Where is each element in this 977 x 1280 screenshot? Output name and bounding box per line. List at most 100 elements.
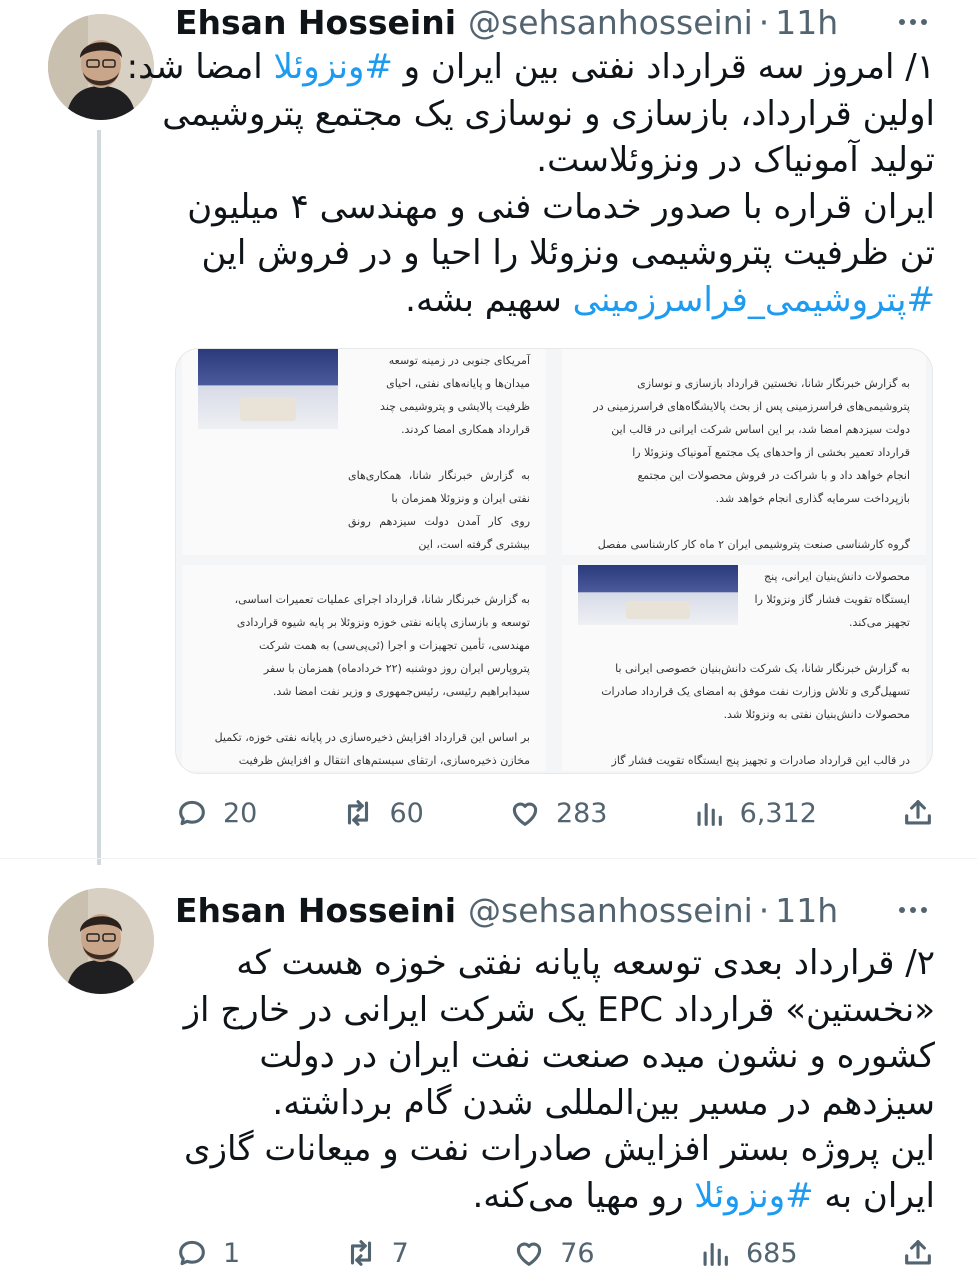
- like-count: 76: [560, 1237, 595, 1269]
- hashtag-link[interactable]: #پتروشیمی_فراسرزمینی: [573, 280, 935, 320]
- tweet-text-line: #پتروشیمی_فراسرزمینی سهیم بشه.: [175, 277, 935, 324]
- retweet-icon: [350, 1240, 371, 1266]
- retweet-button[interactable]: 7: [344, 1236, 409, 1270]
- media-panel-bottom-left: به گزارش خبرنگار شانا، قرارداد اجرای عمل…: [182, 565, 546, 771]
- media-text-line: پتروشیمی‌های فراسرزمینی پس از بحث پالایش…: [593, 400, 910, 413]
- views-icon: [703, 1242, 728, 1266]
- share-icon: [905, 1240, 931, 1265]
- like-button[interactable]: 76: [512, 1236, 595, 1270]
- media-text-line: قرارداد تعمیر بخشی از واحدهای یک مجتمع آ…: [632, 446, 910, 459]
- text-segment: ایران به: [813, 1175, 935, 1216]
- view-count: 6,312: [739, 797, 817, 829]
- tweet-actions: 20 60 283 6,312: [175, 788, 935, 838]
- media-text-line: در قالب این قرارداد صادرات و تجهیز پنج ا…: [611, 754, 910, 767]
- text-segment: ایران قراره با صدور خدمات فنی و مهندسی ۴…: [187, 186, 935, 227]
- media-text-line: [198, 703, 530, 726]
- tweet-header: Ehsan Hosseini @sehsanhosseini · 11h: [175, 0, 917, 44]
- separator-dot: ·: [758, 2, 770, 42]
- thread-line: [97, 130, 101, 865]
- views-button[interactable]: 685: [698, 1236, 798, 1270]
- reply-icon: [179, 800, 205, 826]
- tweet-text-line: تن ظرفیت پتروشیمی ونزوئلا را احیا و در ف…: [175, 230, 935, 277]
- media-text-line: میدان‌ها و پایانه‌های نفتی، احیای: [386, 377, 530, 390]
- retweet-count: 60: [389, 797, 424, 829]
- author-handle[interactable]: @sehsanhosseini: [468, 3, 753, 42]
- media-text-line: [578, 634, 910, 657]
- media-text-line: دولت سیزدهم امضا شد، بر این اساس شرکت ای…: [611, 423, 910, 436]
- retweet-icon: [348, 800, 369, 826]
- media-text-line: به گزارش خبرنگار شانا، نخستین قرارداد با…: [637, 377, 910, 390]
- text-segment: امضا شد:: [126, 47, 274, 87]
- heart-icon: [512, 802, 538, 826]
- hashtag-link[interactable]: #ونزوئلا: [694, 1176, 813, 1216]
- author-handle[interactable]: @sehsanhosseini: [468, 891, 753, 930]
- text-segment: اولین قرارداد، بازسازی و نوسازی یک مجتمع…: [162, 93, 935, 134]
- avatar[interactable]: [48, 888, 154, 994]
- media-text-line: [578, 726, 910, 749]
- reply-count: 20: [223, 797, 258, 829]
- media-text-line: گروه کارشناسی صنعت پتروشیمی ایران ۲ ماه …: [597, 538, 910, 551]
- media-text-line: توسعه و بازسازی پایانه نفتی خوزه ونزوئلا…: [236, 616, 530, 629]
- view-count: 685: [746, 1237, 798, 1269]
- reply-button[interactable]: 1: [175, 1236, 240, 1270]
- media-text-line: [578, 510, 910, 533]
- separator-dot: ·: [758, 890, 770, 930]
- author-name[interactable]: Ehsan Hosseini: [175, 3, 456, 42]
- retweet-count: 7: [391, 1237, 409, 1269]
- tweet-text-line: تولید آمونیاک در ونزوئلاست.: [175, 137, 935, 184]
- text-segment: تن ظرفیت پتروشیمی ونزوئلا را احیا و در ف…: [201, 233, 935, 273]
- text-segment: سهیم بشه.: [405, 279, 573, 320]
- like-count: 283: [555, 797, 608, 829]
- tweet-text-line: ۱/ امروز سه قرارداد نفتی بین ایران و #ون…: [127, 44, 935, 91]
- media-text-line: ظرفیت پالایشی و پتروشیمی چند: [380, 400, 530, 413]
- tweet-text-line: سیزدهم در مسیر بین‌المللی شدن گام برداشت…: [175, 1080, 935, 1127]
- media-text-line: انجام خواهد داد و با شراکت در فروش محصول…: [637, 469, 910, 482]
- meeting-photo: [198, 349, 338, 429]
- retweet-button[interactable]: 60: [341, 796, 424, 830]
- share-button[interactable]: [901, 1236, 935, 1270]
- share-button[interactable]: [901, 796, 935, 830]
- tweet-media[interactable]: آمریکای جنوبی در زمینه توسعه میدان‌ها و پ…: [175, 348, 933, 774]
- media-text-line: به گزارش خبرنگار شانا، همکاری‌های نفتی ا…: [348, 469, 530, 505]
- tweet-1: Ehsan Hosseini @sehsanhosseini · 11h ۱/ …: [0, 0, 977, 865]
- text-segment: ۲/ قرارداد بعدی توسعه پایانه نفتی خوزه ه…: [236, 943, 935, 983]
- media-text-line: پتروپارس ایران روز دوشنبه (۲۲ خردادماه) …: [263, 662, 530, 675]
- share-icon: [905, 800, 931, 825]
- text-segment: کشوره و نشون میده صنعت نفت ایران در دولت: [259, 1036, 935, 1076]
- hashtag-link[interactable]: #ونزوئلا: [274, 47, 393, 87]
- media-text-line: روی کار آمدن دولت سیزدهم رونق بیشتری گرف…: [348, 515, 530, 551]
- avatar-photo: [48, 888, 154, 994]
- media-text-line: محصولات دانش‌بنیان نفتی به ونزوئلا شد.: [723, 708, 910, 721]
- tweet-text-line: اولین قرارداد، بازسازی و نوسازی یک مجتمع…: [162, 91, 935, 138]
- reply-button[interactable]: 20: [175, 796, 257, 830]
- views-button[interactable]: 6,312: [692, 796, 817, 830]
- tweet-text-line: این پروژه بستر افزایش صادرات نفت و میعان…: [175, 1126, 935, 1173]
- media-text-line: قرارداد همکاری امضا کردند.: [401, 423, 530, 436]
- tweet-text-line: ۲/ قرارداد بعدی توسعه پایانه نفتی خوزه ه…: [175, 940, 935, 987]
- tweet-text-line: ایران به #ونزوئلا رو مهیا می‌کنه.: [175, 1173, 936, 1220]
- text-segment: «نخستین» قرارداد EPC یک شرکت ایرانی در خ…: [183, 989, 935, 1030]
- reply-icon: [179, 1240, 205, 1266]
- media-text-line: [578, 349, 910, 372]
- timestamp[interactable]: 11h: [775, 891, 838, 930]
- tweet-text: ۱/ امروز سه قرارداد نفتی بین ایران و #ون…: [127, 44, 935, 324]
- author-name[interactable]: Ehsan Hosseini: [175, 891, 456, 930]
- more-icon[interactable]: [893, 890, 933, 930]
- media-panel-bottom-right: محصولات دانش‌بنیان ایرانی، پنج ایستگاه تق…: [562, 565, 926, 771]
- tweet-2: Ehsan Hosseini @sehsanhosseini · 11h ۲/ …: [0, 870, 977, 1280]
- media-text-line: [198, 565, 530, 588]
- heart-icon: [517, 1242, 542, 1266]
- media-text-line: سیدابراهیم رئیسی، رئیس‌جمهوری و وزیر نفت…: [272, 685, 530, 698]
- media-text-line: [348, 441, 530, 464]
- media-text-line: به گزارش خبرنگار شانا، یک شرکت دانش‌بنیا…: [615, 662, 910, 675]
- media-text-line: مخازن ذخیره‌سازی، ارتقای سیستم‌های انتقا…: [238, 754, 530, 767]
- more-icon[interactable]: [893, 2, 933, 42]
- reply-count: 1: [223, 1237, 241, 1269]
- media-text-line: بر اساس این قرارداد افزایش ذخیره‌سازی در…: [214, 731, 530, 744]
- timestamp[interactable]: 11h: [775, 3, 838, 42]
- text-segment: رو مهیا می‌کنه.: [472, 1175, 695, 1216]
- tweet-header: Ehsan Hosseini @sehsanhosseini · 11h: [175, 888, 917, 932]
- text-segment: تولید آمونیاک در ونزوئلاست.: [536, 140, 935, 180]
- like-button[interactable]: 283: [508, 796, 608, 830]
- media-text-line: تسهیل‌گری و تلاش وزارت نفت موفق به امضای…: [601, 685, 910, 698]
